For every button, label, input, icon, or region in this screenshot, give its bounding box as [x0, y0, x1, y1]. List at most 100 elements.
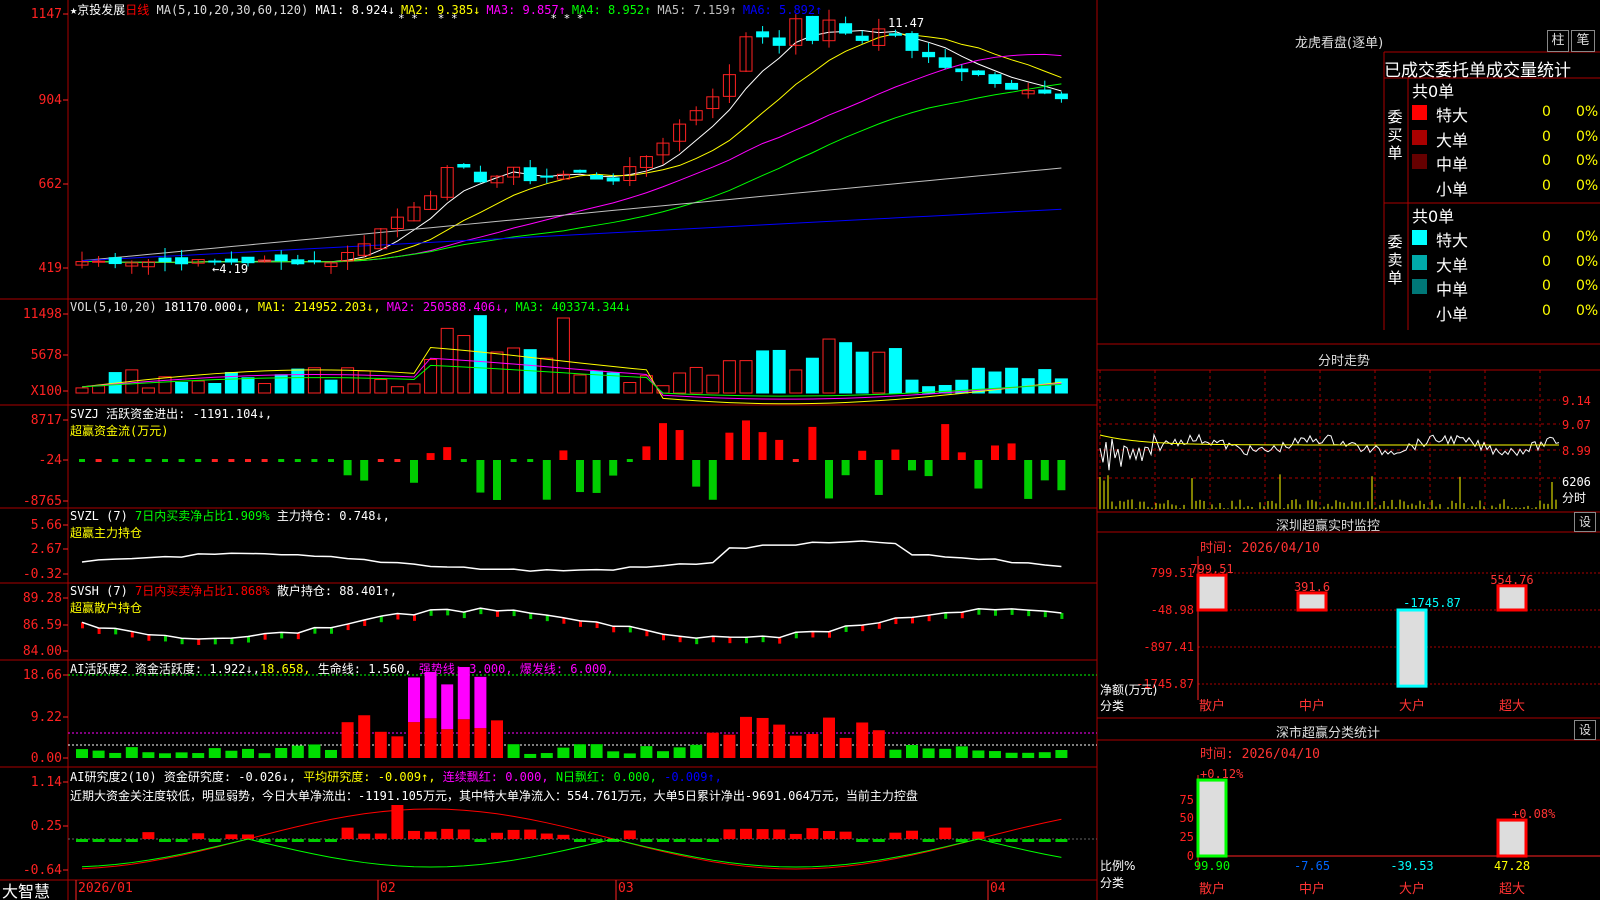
svsh-tick: [728, 637, 732, 644]
bar-mode-button[interactable]: 柱: [1547, 30, 1569, 52]
active-bar: [989, 751, 1001, 758]
research-bar: [906, 830, 918, 839]
lhb-buy-block: 委买单 共0单 特大 0 0% 大单 0 0% 中单 0 0% 小单 0 0%: [1384, 78, 1600, 199]
lhb-buy-label-0: 特大: [1436, 106, 1469, 125]
flow-dash: [195, 459, 202, 462]
sz-class-val-1: -7.65: [1294, 859, 1330, 873]
research-bar: [325, 839, 337, 842]
sz-class-xlabel: 分类: [1100, 876, 1125, 890]
svsh-prefix: SVSH (7): [70, 584, 128, 598]
price-axis-tick-3: 419: [39, 261, 62, 276]
active-bar: [607, 751, 620, 758]
sz-monitor-xlabel: 分类: [1100, 699, 1125, 713]
active-bar: [889, 749, 902, 758]
tick-mode-button[interactable]: 笔: [1571, 30, 1595, 52]
volume-bar: [424, 359, 438, 394]
sz-class-axis-2: 25: [1180, 830, 1194, 844]
ai-research-tail: -0.009↑,: [664, 770, 722, 784]
svsh-tick: [1010, 608, 1014, 615]
candle-body: [175, 257, 189, 265]
candle-body: [971, 70, 985, 76]
volume-bar: [1038, 369, 1052, 394]
volume-bar: [805, 357, 819, 394]
period-label[interactable]: 日线: [125, 3, 149, 17]
flow-dash: [245, 459, 251, 462]
ma-item-4: MA5: 7.159↑: [657, 3, 737, 17]
flow-bar: [742, 420, 750, 460]
flow-dash: [626, 459, 633, 462]
ma-line-6: [81, 208, 1062, 262]
flow-bar: [675, 430, 684, 460]
ai-active-value: 资金活跃度: 1.922↓,: [134, 662, 260, 676]
vol-ma-item-0: MA1: 214952.203↓,: [257, 300, 381, 314]
ai-active-life: 生命线: 1.560,: [317, 662, 412, 676]
svsh-tick: [911, 617, 914, 624]
flow-bar: [891, 449, 900, 460]
sz-class-settings-button[interactable]: 设: [1574, 720, 1596, 740]
candle-body: [772, 37, 786, 46]
ma-star-marks: * * * * * * *: [398, 12, 584, 25]
ma-line-1: [81, 30, 1062, 264]
volume-bar: [390, 386, 404, 394]
volume-bar: [540, 357, 554, 394]
flow-bar: [592, 460, 601, 493]
sz-class-bar-0: [1196, 778, 1228, 858]
flow-bar: [974, 460, 983, 489]
sz-monitor-bar-0: [1196, 573, 1228, 612]
date-label-2: 03: [618, 881, 634, 896]
active-bar: [474, 728, 487, 758]
active-bar-top: [424, 671, 437, 719]
sz-monitor-ylabel: 净额(万元): [1100, 683, 1158, 697]
active-bar: [76, 749, 88, 758]
volume-bar: [357, 370, 371, 394]
active-bar: [258, 753, 271, 758]
research-bar: [192, 833, 205, 839]
svsh-tick: [346, 624, 350, 631]
flow-dash: [79, 459, 85, 462]
ai-research-axis-tick-2: -0.64: [23, 863, 62, 878]
lhb-sell-label-3: 小单: [1436, 304, 1469, 324]
candle-body: [855, 35, 869, 41]
lhb-buy-side-label: 委买单: [1387, 108, 1403, 162]
research-bar: [208, 839, 221, 842]
active-bar: [557, 747, 570, 758]
svsh-tick: [994, 609, 997, 616]
sz-class-cat-1: 中户: [1299, 881, 1325, 897]
candle-body: [1005, 82, 1019, 90]
sz-monitor-bar-2: [1396, 608, 1428, 688]
svsh-axis-tick-2: 84.00: [23, 644, 62, 659]
svsh-tick: [745, 637, 748, 644]
vol-value: 181170.000↓,: [163, 300, 251, 314]
research-bar: [457, 829, 470, 839]
svsh-tick: [330, 627, 333, 634]
active-bar: [922, 748, 935, 758]
flow-bar: [343, 460, 352, 476]
lhb-sell-swatch-0: [1412, 230, 1427, 245]
intraday-axis-2: 8.99: [1562, 444, 1591, 458]
svzj-title: 超赢资金流(万元): [70, 424, 169, 438]
research-bar: [806, 828, 819, 839]
svzj-axis-tick-2: -8765: [23, 494, 62, 509]
lhb-sell-count-3: 0: [1542, 302, 1551, 319]
lhb-sell-count-1: 0: [1542, 253, 1551, 270]
svzj-header: SVZJ 活跃资金进出: -1191.104↓, 超赢资金流(万元): [70, 405, 272, 439]
date-label-1: 02: [380, 881, 396, 896]
candle-body: [606, 177, 620, 182]
research-bar: [76, 839, 88, 842]
active-bar: [109, 752, 122, 758]
active-bar: [1038, 752, 1051, 758]
active-bar: [208, 748, 221, 758]
ai-active-axis-tick-1: 9.22: [31, 710, 62, 725]
flow-bar: [991, 445, 999, 460]
ai-research-axis-tick-0: 1.14: [31, 775, 62, 790]
flow-bar: [708, 460, 717, 500]
lhb-buy-swatch-1: [1412, 129, 1427, 145]
active-bar: [773, 724, 786, 758]
lhb-sell-swatch-2: [1412, 279, 1427, 294]
svsh-tick: [811, 631, 815, 638]
flow-bar: [725, 432, 734, 460]
candle-body: [1038, 89, 1052, 94]
sz-class-cat-2: 大户: [1399, 881, 1425, 897]
sz-monitor-settings-button[interactable]: 设: [1574, 512, 1596, 532]
flow-dash: [527, 459, 534, 462]
